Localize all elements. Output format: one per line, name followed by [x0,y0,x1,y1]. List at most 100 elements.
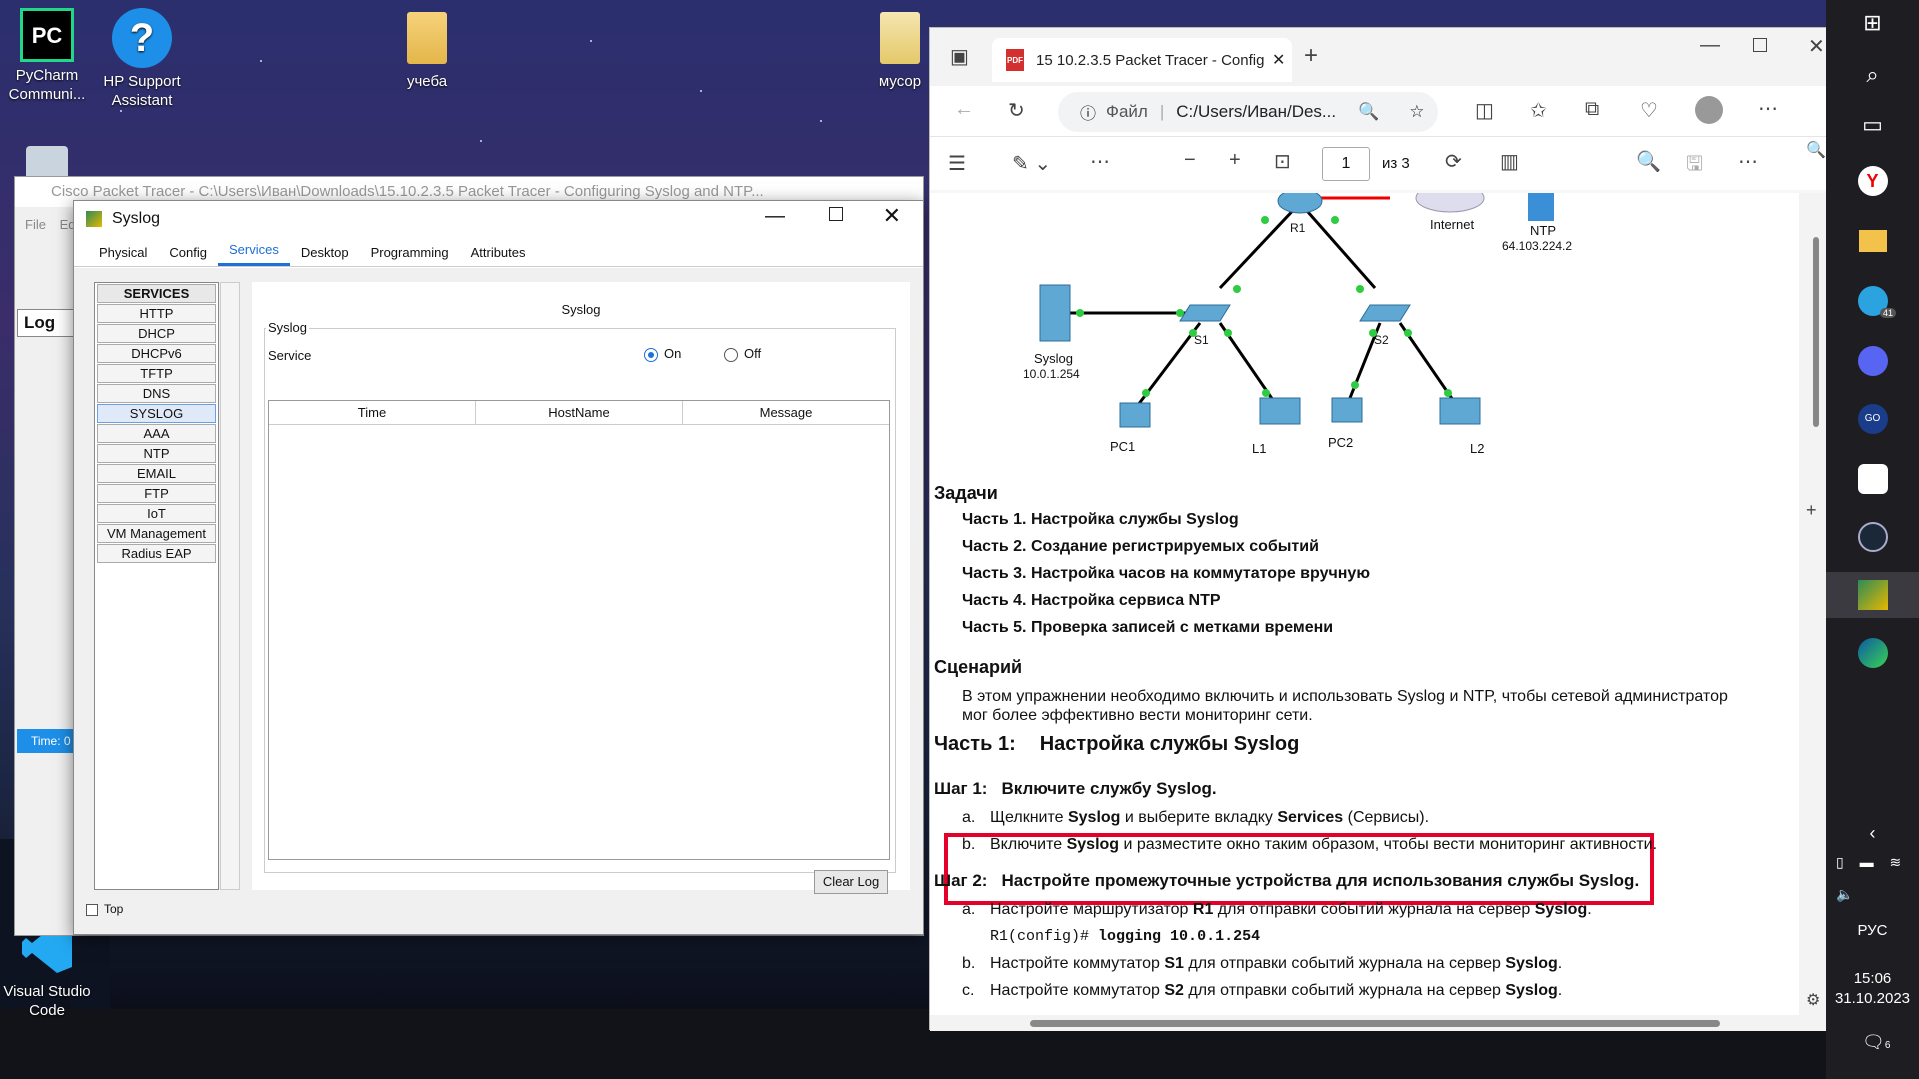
language-indicator[interactable]: РУС [1826,922,1919,939]
clock-date[interactable]: 31.10.2023 [1826,990,1919,1007]
favorites-icon[interactable]: ✩ [1530,98,1547,123]
tab-programming[interactable]: Programming [360,245,460,266]
horizontal-scrollbar[interactable] [930,1015,1801,1031]
fit-page-icon[interactable]: ⊡ [1274,149,1291,174]
save-icon[interactable]: 🖫 [1686,149,1703,183]
service-iot[interactable]: IoT [97,504,216,523]
horizontal-scroll-thumb[interactable] [1030,1020,1720,1027]
page-view-icon[interactable]: ▥ [1500,149,1519,174]
service-ntp[interactable]: NTP [97,444,216,463]
radio-on-label: On [664,346,682,361]
page-number-input[interactable]: 1 [1322,147,1370,181]
top-checkbox-box [86,903,98,916]
go-app-icon[interactable]: GO [1826,396,1919,442]
log-button[interactable]: Log [17,309,75,337]
service-syslog[interactable]: SYSLOG [97,404,216,423]
item-text-pre: Настройте коммутатор [990,982,1165,999]
service-http[interactable]: HTTP [97,304,216,323]
address-field[interactable]: ⓘ Файл | C:/Users/Иван/Des... 🔍 ☆ [1058,92,1438,132]
part1-heading: Часть 1: Настройка службы Syslog [934,733,1299,756]
zoom-in-icon[interactable]: + [1229,149,1241,172]
notifications-icon[interactable]: 🗨6 [1862,1032,1890,1053]
more-icon[interactable]: ⋯ [1758,96,1778,121]
clock-time[interactable]: 15:06 [1826,970,1919,987]
file-explorer-icon[interactable] [1826,218,1919,264]
edge-taskbar-icon[interactable] [1826,630,1919,676]
top-checkbox[interactable]: Top [86,902,123,916]
item-text-bold: Services [1277,809,1344,826]
help-icon: ? [112,8,172,68]
tab-actions-icon[interactable]: ▣ [950,44,969,69]
service-dhcpv6[interactable]: DHCPv6 [97,344,216,363]
edge-tab-title: 15 10.2.3.5 Packet Tracer - Config [1036,51,1265,69]
system-tray-icons[interactable]: ▯ ▬ ≋ [1836,854,1907,871]
back-icon[interactable]: ← [954,98,974,121]
radio-off[interactable]: Off [724,346,761,362]
edge-close-button[interactable]: ✕ [1808,34,1825,59]
clear-log-button[interactable]: Clear Log [814,870,888,894]
collections-icon[interactable]: ⧉ [1585,98,1599,121]
refresh-icon[interactable]: ↻ [1008,98,1025,123]
tab-desktop[interactable]: Desktop [290,245,360,266]
item-mark: b. [962,836,976,853]
profile-icon[interactable] [1695,96,1723,124]
favorite-star-icon[interactable]: ☆ [1409,102,1424,122]
edge-tab-pdf[interactable]: PDF 15 10.2.3.5 Packet Tracer - Config ✕ [992,38,1292,82]
sidebar-settings-icon[interactable]: ⚙ [1806,990,1820,1010]
service-tftp[interactable]: TFTP [97,364,216,383]
draw-icon[interactable]: ✎ ⌄ [1012,151,1051,176]
sidebar-add-icon[interactable]: + [1806,500,1817,521]
chevron-up-icon[interactable]: ‹ [1826,810,1919,856]
health-icon[interactable]: ♡ [1640,98,1658,123]
pdf-more-icon[interactable]: ⋯ [1738,149,1758,174]
tab-config[interactable]: Config [158,245,218,266]
tab-attributes[interactable]: Attributes [460,245,537,266]
contents-icon[interactable]: ☰ [948,151,966,176]
task-view-icon[interactable]: ▭ [1826,102,1919,148]
service-email[interactable]: EMAIL [97,464,216,483]
sidebar-search-icon[interactable]: 🔍 [1806,140,1826,160]
taskbar-search-icon[interactable]: ⌕ [1826,52,1919,98]
zoom-out-icon[interactable]: − [1184,149,1196,172]
hp-support-desktop-icon[interactable]: ? HP Support Assistant [87,8,197,110]
maximize-button[interactable] [829,207,843,221]
address-label: Файл [1106,102,1148,121]
menu-file[interactable]: File [25,217,46,232]
toolbar-more-icon[interactable]: ⋯ [1090,149,1110,174]
zoom-icon[interactable]: 🔍 [1358,102,1379,122]
pdf-toolbar: ☰ ✎ ⌄ ⋯ − + ⊡ 1 из 3 ⟳ ▥ 🔍 🖫 ⋯ [930,136,1827,190]
service-aaa[interactable]: AAA [97,424,216,443]
service-vm-management[interactable]: VM Management [97,524,216,543]
volume-icon[interactable]: 🔈 [1836,886,1853,903]
app-icon[interactable] [1826,456,1919,502]
packet-tracer-taskbar-icon[interactable] [1826,572,1919,618]
scenario-text: В этом упражнении необходимо включить и … [962,688,1728,724]
service-dns[interactable]: DNS [97,384,216,403]
telegram-icon[interactable]: 41 [1826,278,1919,324]
item-mark: c. [962,982,975,999]
edge-maximize-button[interactable] [1753,38,1767,52]
start-windows-icon[interactable]: ⊞ [1826,0,1919,46]
rotate-icon[interactable]: ⟳ [1445,149,1462,174]
steam-icon[interactable] [1826,514,1919,560]
discord-icon[interactable] [1826,338,1919,384]
ucheba-folder-desktop-icon[interactable]: учеба [372,8,482,91]
tab-physical[interactable]: Physical [88,245,158,266]
item-text-post: . [1557,955,1563,972]
tab-close-icon[interactable]: ✕ [1272,50,1285,70]
minimize-button[interactable]: — [765,205,785,228]
service-ftp[interactable]: FTP [97,484,216,503]
close-button[interactable]: ✕ [883,203,901,229]
service-radius-eap[interactable]: Radius EAP [97,544,216,563]
tab-services[interactable]: Services [218,242,290,266]
radio-on[interactable]: On [644,346,681,362]
new-tab-icon[interactable]: + [1304,42,1318,70]
service-dhcp[interactable]: DHCP [97,324,216,343]
edge-minimize-button[interactable]: — [1700,34,1720,57]
split-screen-icon[interactable]: ◫ [1475,98,1494,123]
services-scrollbar[interactable] [220,282,240,890]
search-icon[interactable]: 🔍 [1636,149,1661,174]
yandex-icon[interactable]: Y [1826,158,1919,204]
syslog-log-table[interactable]: Time HostName Message [268,400,890,860]
item-text-bold: Syslog [1534,901,1588,918]
